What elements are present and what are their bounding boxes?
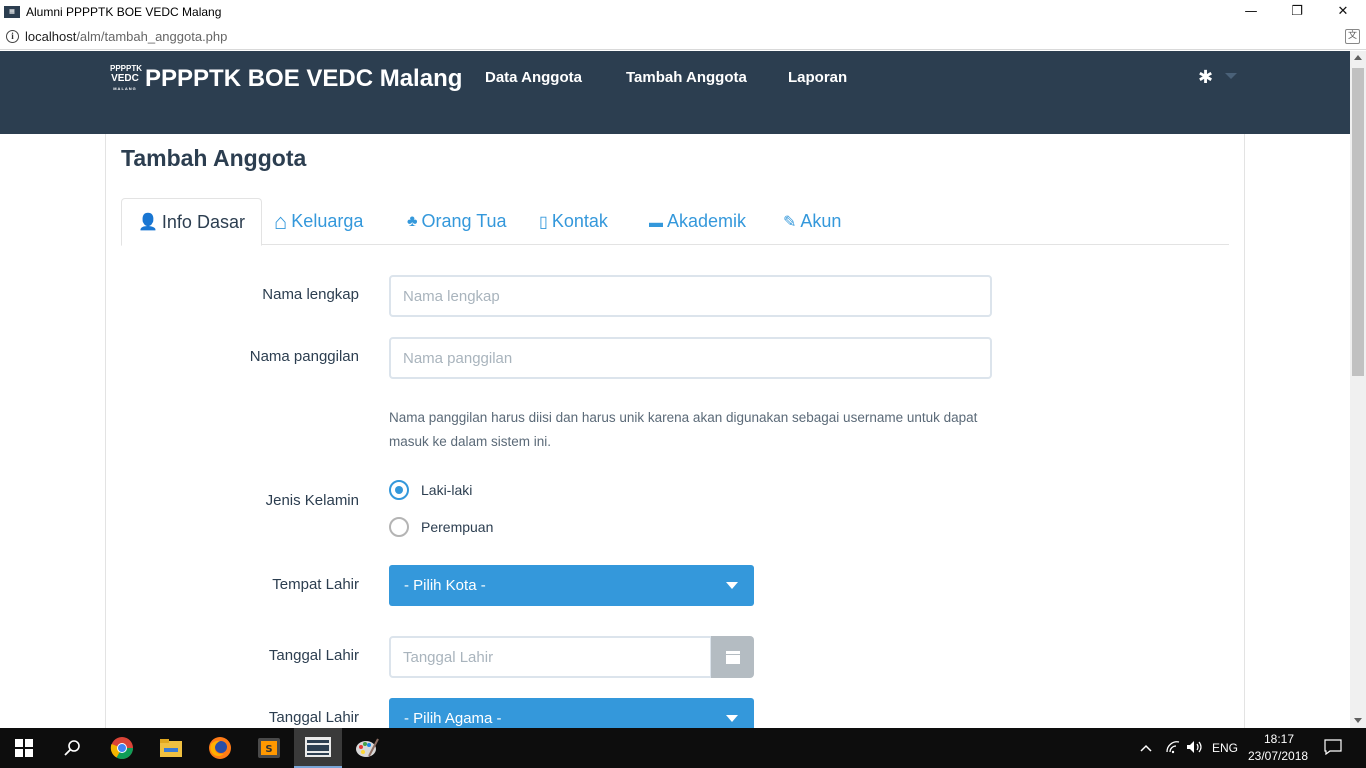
- tab-label: Akun: [800, 211, 842, 231]
- chevron-down-icon: [726, 715, 738, 722]
- agama-selected: - Pilih Agama -: [404, 710, 502, 727]
- translate-icon[interactable]: 文: [1345, 29, 1360, 44]
- taskbar-sublime[interactable]: S: [245, 728, 293, 768]
- taskbar-firefox[interactable]: [196, 728, 244, 768]
- brand-link[interactable]: PPPPTK VEDC MALANG PPPPTK BOE VEDC Malan…: [110, 64, 462, 94]
- radio-perempuan-label[interactable]: Perempuan: [421, 519, 493, 535]
- tempat-lahir-label: Tempat Lahir: [272, 576, 359, 593]
- tab-label: Akademik: [667, 211, 747, 231]
- form-tabs: 👤 Info Dasar ⌂ Keluarga ♣ Orang Tua ▯ Ko…: [121, 198, 1229, 246]
- mobile-icon: ▯: [539, 213, 548, 231]
- app-favicon-icon: ▦: [4, 6, 20, 18]
- tab-label: Kontak: [551, 211, 608, 231]
- taskbar-file-explorer[interactable]: [147, 728, 195, 768]
- logo-line-1: PPPPTK: [110, 64, 143, 73]
- search-icon: [64, 740, 80, 756]
- settings-caret-icon[interactable]: [1225, 73, 1237, 79]
- firefox-icon: [209, 737, 231, 759]
- paint-icon: [356, 738, 379, 757]
- radio-laki-laki[interactable]: Laki-laki: [389, 480, 472, 500]
- radio-laki-laki-control[interactable]: [389, 480, 409, 500]
- tab-label: Keluarga: [291, 211, 364, 231]
- svg-text:S: S: [265, 744, 272, 755]
- tanggal-lahir-label: Tanggal Lahir: [268, 647, 359, 664]
- volume-icon[interactable]: [1186, 740, 1204, 758]
- taskbar-vedc-app[interactable]: [294, 728, 342, 768]
- datepicker-button[interactable]: [711, 636, 754, 678]
- nav-data-anggota[interactable]: Data Anggota: [485, 69, 582, 86]
- page-title: Tambah Anggota: [121, 145, 307, 171]
- windows-logo-icon: [15, 739, 33, 757]
- wrench-icon: ✎: [783, 213, 797, 231]
- settings-gear-icon[interactable]: ✱: [1198, 67, 1213, 88]
- site-navbar: PPPPTK VEDC MALANG PPPPTK BOE VEDC Malan…: [0, 51, 1350, 134]
- url-host: localhost: [25, 29, 77, 44]
- home-icon: ⌂: [274, 208, 288, 234]
- chrome-icon: [110, 737, 133, 759]
- tab-kontak[interactable]: ▯ Kontak: [523, 198, 624, 245]
- tab-label: Info Dasar: [161, 211, 245, 232]
- chevron-down-icon: [726, 582, 738, 589]
- window-controls: — ❐ ✕: [1228, 0, 1366, 24]
- agama-label: Tanggal Lahir: [268, 709, 359, 726]
- main-container: Tambah Anggota 👤 Info Dasar ⌂ Keluarga ♣…: [105, 134, 1245, 739]
- language-indicator[interactable]: ENG: [1212, 741, 1238, 755]
- window-title: Alumni PPPPTK BOE VEDC Malang: [26, 5, 222, 19]
- calendar-icon: [725, 650, 740, 664]
- nama-panggilan-input[interactable]: Nama panggilan: [389, 337, 992, 379]
- logo-line-2: VEDC: [111, 73, 139, 84]
- taskbar-paint[interactable]: [343, 728, 391, 768]
- window-title-bar: ▦ Alumni PPPPTK BOE VEDC Malang — ❐ ✕: [0, 0, 1366, 24]
- tempat-lahir-select[interactable]: - Pilih Kota -: [389, 565, 754, 606]
- minimize-button[interactable]: —: [1228, 0, 1274, 22]
- tab-orang-tua[interactable]: ♣ Orang Tua: [391, 198, 523, 245]
- briefcase-icon: ▬: [649, 213, 663, 230]
- logo-line-3: MALANG: [113, 86, 137, 91]
- tanggal-lahir-input[interactable]: Tanggal Lahir: [389, 636, 712, 678]
- clock-date[interactable]: 23/07/2018: [1248, 749, 1308, 763]
- nama-lengkap-input[interactable]: Nama lengkap: [389, 275, 992, 317]
- jenis-kelamin-label: Jenis Kelamin: [265, 492, 359, 509]
- folder-icon: [160, 739, 182, 757]
- brand-logo: PPPPTK VEDC MALANG: [110, 64, 143, 94]
- scroll-thumb[interactable]: [1352, 68, 1364, 376]
- nama-panggilan-label: Nama panggilan: [249, 348, 359, 365]
- start-button[interactable]: [0, 728, 48, 768]
- notification-icon[interactable]: [1324, 739, 1342, 759]
- sublime-text-icon: S: [258, 738, 280, 758]
- tab-keluarga[interactable]: ⌂ Keluarga: [258, 198, 379, 245]
- tab-info-dasar[interactable]: 👤 Info Dasar: [121, 198, 262, 246]
- nav-laporan[interactable]: Laporan: [788, 69, 847, 86]
- clock-time[interactable]: 18:17: [1264, 732, 1294, 746]
- scroll-up-arrow-icon[interactable]: [1354, 55, 1362, 60]
- nav-tambah-anggota[interactable]: Tambah Anggota: [626, 69, 747, 86]
- url-text[interactable]: localhost/alm/tambah_anggota.php: [25, 29, 227, 44]
- vedc-logo-icon: [305, 737, 331, 757]
- address-bar[interactable]: i localhost/alm/tambah_anggota.php 文: [0, 24, 1366, 50]
- user-icon: 👤: [138, 214, 158, 231]
- brand-text: PPPPTK BOE VEDC Malang: [145, 65, 463, 92]
- tab-label: Orang Tua: [421, 211, 507, 231]
- scroll-down-arrow-icon[interactable]: [1354, 718, 1362, 723]
- radio-laki-laki-label[interactable]: Laki-laki: [421, 482, 472, 498]
- taskbar-chrome[interactable]: [98, 728, 146, 768]
- network-icon[interactable]: [1165, 740, 1181, 758]
- tab-akun[interactable]: ✎ Akun: [767, 198, 857, 245]
- tray-chevron-up-icon[interactable]: [1140, 741, 1152, 756]
- tab-akademik[interactable]: ▬ Akademik: [633, 198, 762, 245]
- tree-icon: ♣: [407, 212, 418, 230]
- search-button[interactable]: [48, 728, 96, 768]
- url-path: /alm/tambah_anggota.php: [76, 29, 228, 44]
- close-button[interactable]: ✕: [1320, 0, 1366, 22]
- nama-lengkap-label: Nama lengkap: [262, 286, 359, 303]
- page-scrollbar[interactable]: [1350, 51, 1366, 728]
- tempat-lahir-selected: - Pilih Kota -: [404, 577, 486, 594]
- restore-button[interactable]: ❐: [1274, 0, 1320, 22]
- radio-perempuan-control[interactable]: [389, 517, 409, 537]
- info-icon[interactable]: i: [6, 30, 19, 43]
- windows-taskbar: S ENG 18:17 23/07/2018: [0, 728, 1366, 768]
- nama-panggilan-help-text: Nama panggilan harus diisi dan harus uni…: [389, 410, 978, 449]
- radio-perempuan[interactable]: Perempuan: [389, 517, 493, 537]
